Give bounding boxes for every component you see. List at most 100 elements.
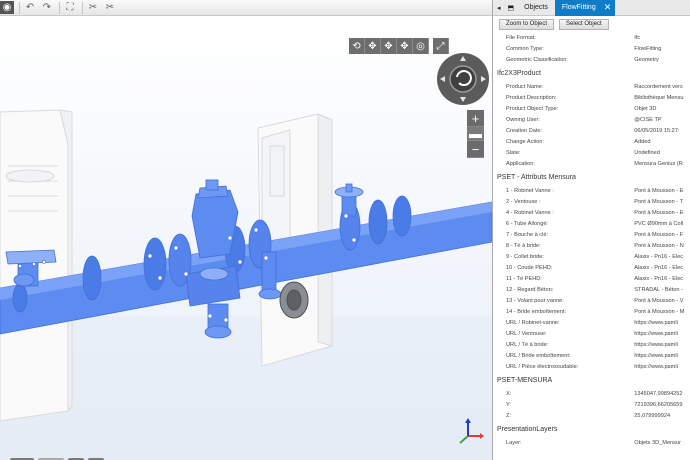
property-value: 25,079999924 (634, 412, 671, 419)
property-key: Layer: (506, 439, 522, 446)
property-key: 6 - Tube Allongé: (506, 220, 548, 227)
property-row: 1 - Robinet Vanne : Pont à Mousson - E (497, 185, 690, 196)
fit-view-icon[interactable]: ⤢ (433, 38, 449, 54)
property-value: 7219396,66205659 (634, 401, 683, 408)
property-row: Layer: Objets 3D_Mensur (497, 437, 690, 448)
look-around-icon[interactable]: ◎ (413, 38, 429, 54)
property-key: URL / Robinet-vanne: (506, 319, 560, 326)
property-key: URL / Té à bride: (506, 341, 549, 348)
property-key: File Format: (506, 34, 536, 41)
section-header[interactable]: Ifc2X3Product (497, 65, 690, 81)
property-row: 9 - Collet bride: Alaxis - Pn16 - Elec (497, 251, 690, 262)
property-value: https://www.pamli (634, 319, 678, 326)
eye-icon[interactable]: ◉ (0, 1, 14, 14)
property-row: Z: 25,079999924 (497, 410, 690, 421)
property-key: 9 - Collet bride: (506, 253, 544, 260)
panel-button-bar: Zoom to Object Select Object (493, 16, 690, 32)
property-key: URL / Bride emboîtement: (506, 352, 571, 359)
property-row: Owning User: @CISE TP (497, 114, 690, 125)
property-key: URL / Ventouse: (506, 330, 547, 337)
zoom-out-icon[interactable]: − (467, 141, 484, 158)
close-tab-icon[interactable]: ✕ (604, 2, 612, 13)
property-value: Objets 3D_Mensur (634, 439, 681, 446)
tab-flowfitting-label: FlowFitting (561, 4, 596, 11)
property-row: 7 - Bouche à clé: Pont à Mousson - F (497, 229, 690, 240)
pan-icon[interactable]: ✥ (365, 38, 381, 54)
cut-icon[interactable]: ✂ (86, 1, 100, 14)
undo-icon[interactable]: ↶ (23, 1, 37, 14)
property-value: Pont à Mousson - E (634, 187, 684, 194)
property-key: Change Action: (506, 138, 544, 145)
panel-collapse-icon[interactable]: ◂ (493, 0, 505, 16)
property-key: 8 - Té à bride: (506, 242, 541, 249)
fullscreen-icon[interactable]: ⛶ (63, 1, 77, 14)
zoom-to-object-button[interactable]: Zoom to Object (499, 18, 555, 30)
section-header[interactable]: PSET-MENSURA (497, 372, 690, 388)
property-row: URL / Bride emboîtement: https://www.paml… (497, 350, 690, 361)
app-window: ⟲ ✥ ✥ ✥ ◎ ⤢ + ▬ − ◉ ↶ ↷ ⛶ ✂ ✂ ◂ ⬒ Object… (0, 0, 690, 460)
property-row: Application: Mensura Genius (R (497, 158, 690, 169)
property-row: 10 - Coude PEHD: Alaxis - Pn16 - Elec (497, 262, 690, 273)
3d-viewport[interactable]: ⟲ ✥ ✥ ✥ ◎ ⤢ + ▬ − (0, 16, 492, 460)
property-key: 7 - Bouche à clé: (506, 231, 548, 238)
panel-pin-icon[interactable]: ⬒ (505, 0, 518, 16)
property-value: PVC Ø90mm à Coll (634, 220, 684, 227)
property-row: 4 - Robinet Vanne : Pont à Mousson - E (497, 207, 690, 218)
property-key: Product Object Type: (506, 105, 559, 112)
3d-scene[interactable] (0, 16, 492, 460)
tab-flowfitting[interactable]: FlowFitting ✕ (554, 0, 616, 16)
property-value: 06/05/2019 15:27: (634, 127, 680, 134)
property-value: Mensura Genius (R (634, 160, 683, 167)
property-value: Raccordement vers (634, 83, 683, 90)
property-row: Product Object Type: Objet 3D (497, 103, 690, 114)
property-value: Bibliothèque Mensu (634, 94, 684, 101)
property-row: 2 - Ventouse : Pont à Mousson - T (497, 196, 690, 207)
section-header[interactable]: PresentationLayers (497, 421, 690, 437)
property-value: STRADAL - Béton - (634, 286, 683, 293)
property-value: 1345047,99894252 (634, 390, 683, 397)
move-icon[interactable]: ✥ (381, 38, 397, 54)
top-toolbar: ◉ ↶ ↷ ⛶ ✂ ✂ (0, 0, 492, 16)
property-row: Creation Date: 06/05/2019 15:27: (497, 125, 690, 136)
property-key: Application: (506, 160, 535, 167)
property-value: Pont à Mousson - F (634, 231, 684, 238)
property-value: Pont à Mousson - M (634, 308, 685, 315)
property-key: URL / Pièce électrosoudable: (506, 363, 579, 370)
properties-list: File Format: Ifc Common Type: FlowFitting Ge… (493, 32, 690, 448)
zoom-slider-handle[interactable]: ▬ (467, 126, 484, 141)
property-key: 12 - Regard Béton: (506, 286, 554, 293)
zoom-in-icon[interactable]: + (467, 110, 484, 127)
property-row: Common Type: FlowFitting (497, 43, 690, 54)
navigation-wheel[interactable] (437, 53, 489, 105)
orbit-icon[interactable]: ⟲ (349, 38, 365, 54)
property-value: Alaxis - Pn16 - Elec (634, 275, 684, 282)
property-key: 1 - Robinet Vanne : (506, 187, 554, 194)
section-header[interactable]: PSET - Attributs Mensura (497, 169, 690, 185)
right-valve[interactable] (334, 183, 364, 217)
property-row: State: Undefined (497, 147, 690, 158)
property-row: Product Name: Raccordement vers (497, 81, 690, 92)
property-key: Owning User: (506, 116, 540, 123)
property-key: X: (506, 390, 512, 397)
view-tools: ⟲ ✥ ✥ ✥ ◎ ⤢ (349, 38, 449, 54)
toolbar-divider (19, 1, 20, 14)
cut-disabled-icon[interactable]: ✂ (103, 1, 117, 14)
property-key: Creation Date: (506, 127, 543, 134)
fly-icon[interactable]: ✥ (397, 38, 413, 54)
property-value: Objet 3D (634, 105, 657, 112)
property-value: https://www.pamli (634, 341, 678, 348)
valve-riser[interactable] (185, 179, 241, 307)
property-value: FlowFitting (634, 45, 662, 52)
main-pipe[interactable] (0, 195, 492, 335)
tab-objects[interactable]: Objects (517, 0, 555, 16)
property-key: 2 - Ventouse : (506, 198, 541, 205)
property-row: 6 - Tube Allongé: PVC Ø90mm à Coll (497, 218, 690, 229)
property-value: @CISE TP (634, 116, 662, 123)
select-object-button[interactable]: Select Object (559, 18, 609, 30)
zoom-bar: + ▬ − (467, 110, 484, 158)
property-key: 14 - Bride emboîtement: (506, 308, 567, 315)
property-value: Added (634, 138, 651, 145)
redo-icon[interactable]: ↷ (40, 1, 54, 14)
property-value: Undefined (634, 149, 660, 156)
selected-fitting[interactable] (279, 281, 309, 319)
